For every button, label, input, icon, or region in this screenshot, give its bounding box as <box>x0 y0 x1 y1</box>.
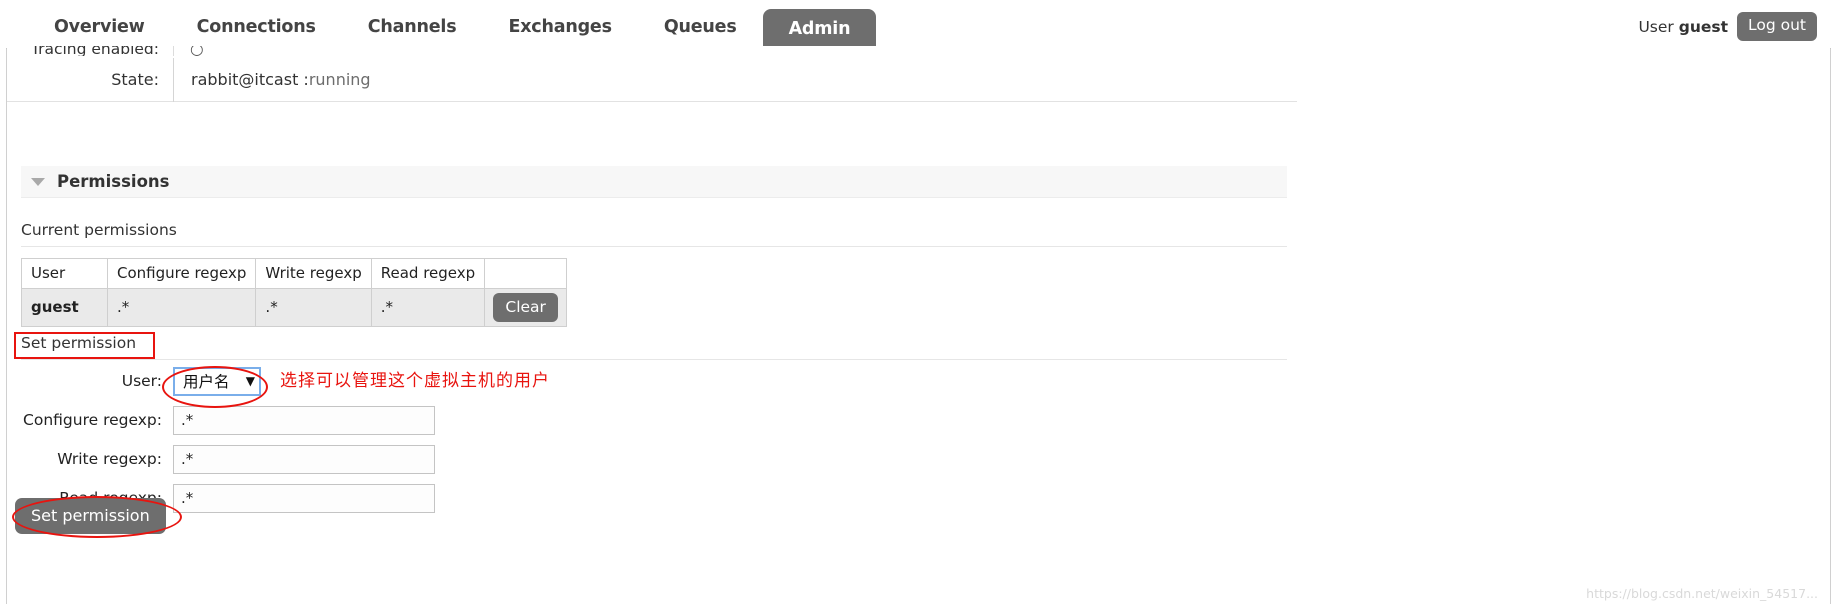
current-permissions-table: User Configure regexp Write regexp Read … <box>21 258 568 327</box>
table-header: User Configure regexp Write regexp Read … <box>21 258 568 289</box>
current-permissions-caption: Current permissions <box>21 221 1287 247</box>
user-prefix-label: User <box>1638 17 1674 36</box>
column-header-write-regexp: Write regexp <box>255 258 372 289</box>
tab-admin[interactable]: Admin <box>762 9 877 49</box>
form-row-user: User: 用户名 ▼ <box>7 366 1297 396</box>
tab-channels[interactable]: Channels <box>342 4 483 49</box>
nav-tab-list: Overview Connections Channels Exchanges … <box>28 4 877 49</box>
form-row-read-regexp: Read regexp: .* <box>7 483 1297 513</box>
watermark-text: https://blog.csdn.net/weixin_54517... <box>1586 586 1818 601</box>
tracing-enabled-label: Tracing enabled: <box>30 46 159 56</box>
state-node-name: rabbit@itcast : <box>191 70 309 89</box>
cell-user: guest <box>21 288 108 327</box>
write-regexp-label: Write regexp: <box>57 450 162 468</box>
tab-exchanges[interactable]: Exchanges <box>482 4 637 49</box>
tab-overview-label: Overview <box>54 16 145 37</box>
configure-regexp-label: Configure regexp: <box>23 411 162 429</box>
set-permission-heading: Set permission <box>21 334 1287 360</box>
state-row: State: rabbit@itcast : running <box>7 57 1297 102</box>
column-header-user: User <box>21 258 108 289</box>
collapse-triangle-icon[interactable] <box>31 177 45 186</box>
tab-overview[interactable]: Overview <box>28 4 171 49</box>
permissions-section-header[interactable]: Permissions <box>21 166 1287 198</box>
clear-permission-button[interactable]: Clear <box>493 293 558 322</box>
state-value: rabbit@itcast : running <box>173 57 371 102</box>
form-row-write-regexp: Write regexp: .* <box>7 444 1297 474</box>
tab-queues-label: Queues <box>663 16 737 37</box>
state-label: State: <box>111 70 159 89</box>
form-row-configure-regexp: Configure regexp: .* <box>7 405 1297 435</box>
tracing-enabled-row: Tracing enabled: ○ <box>7 46 1297 56</box>
cell-configure-regexp: .* <box>106 288 257 327</box>
cell-write-regexp: .* <box>255 288 372 327</box>
tab-connections[interactable]: Connections <box>171 4 342 49</box>
read-regexp-input[interactable]: .* <box>173 483 435 513</box>
table-body: guest .* .* .* Clear <box>21 288 568 327</box>
configure-regexp-input[interactable]: .* <box>173 405 435 435</box>
write-regexp-input[interactable]: .* <box>173 444 435 474</box>
tab-channels-label: Channels <box>367 16 457 37</box>
table-row: guest .* .* .* Clear <box>21 288 568 327</box>
user-field-label: User: <box>121 372 162 390</box>
current-user-text: User guest <box>1638 18 1728 36</box>
column-header-configure-regexp: Configure regexp <box>106 258 257 289</box>
permissions-section-title: Permissions <box>57 172 170 191</box>
column-header-read-regexp: Read regexp <box>370 258 486 289</box>
tab-admin-label: Admin <box>788 19 851 39</box>
submit-area: Set permission <box>15 498 166 534</box>
user-area: User guest Log out <box>1638 4 1817 49</box>
chevron-down-icon: ▼ <box>245 374 255 388</box>
state-status-text: running <box>308 70 371 89</box>
column-header-actions <box>484 258 568 289</box>
user-select[interactable]: 用户名 ▼ <box>173 366 261 396</box>
annotation-note-chinese: 选择可以管理这个虚拟主机的用户 <box>280 371 550 391</box>
logout-button[interactable]: Log out <box>1737 12 1817 41</box>
tracing-enabled-value: ○ <box>173 46 204 56</box>
tab-exchanges-label: Exchanges <box>508 16 612 37</box>
user-select-value: 用户名 <box>183 373 230 391</box>
rabbitmq-management-page: Overview Connections Channels Exchanges … <box>0 0 1837 615</box>
cell-actions: Clear <box>484 288 568 327</box>
set-permission-submit-button[interactable]: Set permission <box>15 498 166 534</box>
user-name-label: guest <box>1678 17 1728 36</box>
table-header-row: User Configure regexp Write regexp Read … <box>21 258 568 289</box>
tab-queues[interactable]: Queues <box>638 4 763 49</box>
tab-connections-label: Connections <box>196 16 316 37</box>
cell-read-regexp: .* <box>370 288 486 327</box>
top-navigation-bar: Overview Connections Channels Exchanges … <box>6 4 1831 49</box>
main-content: Tracing enabled: ○ State: rabbit@itcast … <box>7 46 1830 604</box>
set-permission-form: User: 用户名 ▼ Configure regexp: .* Write r… <box>7 366 1297 522</box>
